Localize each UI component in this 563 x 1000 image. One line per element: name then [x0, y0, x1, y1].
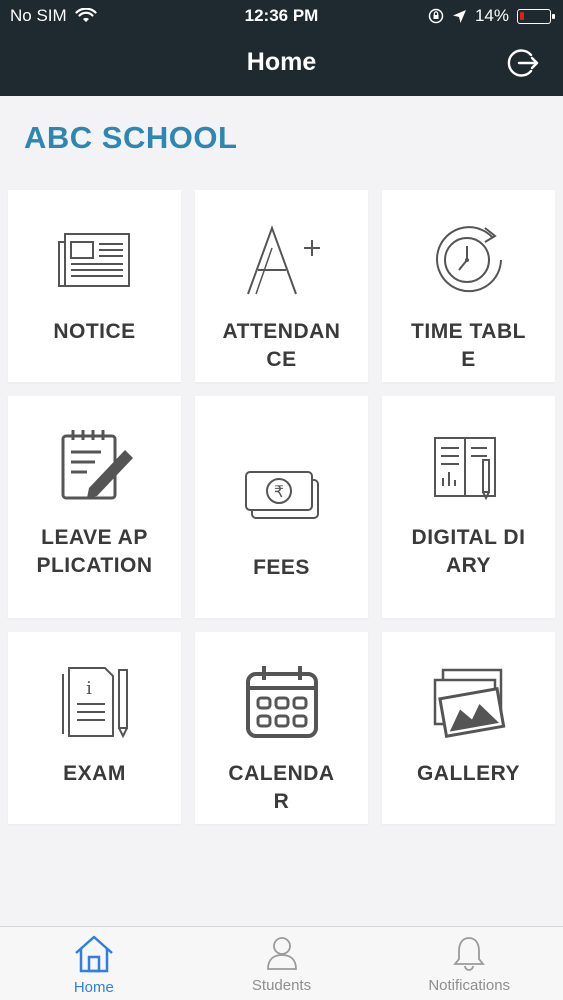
- tile-label: TIME TABLE: [411, 320, 526, 371]
- tile-label: LEAVE APPLICATION: [36, 526, 153, 577]
- tab-notifications[interactable]: Notifications: [375, 927, 563, 1000]
- battery-icon: [517, 8, 555, 24]
- tile-digital-diary[interactable]: DIGITAL DIARY: [382, 396, 555, 618]
- book-pencil-icon: [429, 426, 509, 506]
- svg-text:i: i: [86, 678, 92, 699]
- tile-leave-application[interactable]: LEAVE APPLICATION: [8, 396, 181, 618]
- tile-label: GALLERY: [416, 762, 521, 785]
- school-name: ABC SCHOOL: [24, 120, 238, 155]
- logout-icon: [507, 49, 539, 77]
- tile-exam[interactable]: i EXAM: [8, 632, 181, 824]
- tile-label: DIGITAL DIARY: [411, 526, 526, 577]
- home-icon: [74, 935, 113, 973]
- battery-percent: 14%: [474, 6, 509, 25]
- tile-label: ATTENDANCE: [222, 320, 341, 371]
- tile-calendar[interactable]: CALENDAR: [195, 632, 368, 824]
- tile-time-table[interactable]: TIME TABLE: [382, 190, 555, 382]
- logout-button[interactable]: [507, 46, 541, 80]
- tab-home[interactable]: Home: [0, 927, 188, 1000]
- bell-icon: [453, 937, 486, 971]
- status-right: 14%: [428, 6, 555, 26]
- tab-bar: Home Students Notifications: [0, 926, 563, 1000]
- tile-label: EXAM: [63, 762, 126, 785]
- rupee-note-icon: ₹: [242, 456, 322, 536]
- clock-refresh-icon: [429, 220, 509, 300]
- note-pencil-icon: [55, 426, 135, 506]
- tile-label: NOTICE: [53, 320, 136, 343]
- tile-notice[interactable]: NOTICE: [8, 190, 181, 382]
- person-icon: [266, 937, 297, 970]
- svg-text:₹: ₹: [273, 482, 283, 501]
- calendar-icon: [242, 662, 322, 742]
- status-bar: No SIM 12:36 PM 14%: [0, 0, 563, 32]
- exam-paper-icon: i: [55, 662, 135, 742]
- location-arrow-icon: [452, 9, 466, 23]
- top-bar: No SIM 12:36 PM 14% Home: [0, 0, 563, 96]
- tile-label: FEES: [253, 556, 310, 579]
- tab-label: Notifications: [428, 977, 511, 994]
- tile-fees[interactable]: ₹ FEES: [195, 396, 368, 618]
- rotation-lock-icon: [428, 8, 444, 24]
- tab-label: Students: [251, 977, 312, 994]
- feature-grid: NOTICE ATTENDANCE TIME TABLE LEAVE APPLI…: [8, 190, 555, 838]
- tile-gallery[interactable]: GALLERY: [382, 632, 555, 824]
- photos-icon: [429, 662, 509, 742]
- newspaper-icon: [55, 220, 135, 300]
- tab-students[interactable]: Students: [188, 927, 376, 1000]
- battery-level: [520, 11, 524, 20]
- grade-a-plus-icon: [242, 220, 322, 300]
- page-title: Home: [246, 48, 317, 76]
- tile-label: CALENDAR: [228, 762, 335, 813]
- tile-attendance[interactable]: ATTENDANCE: [195, 190, 368, 382]
- tab-label: Home: [73, 979, 114, 996]
